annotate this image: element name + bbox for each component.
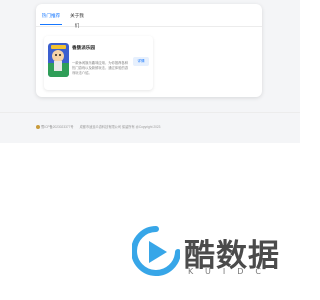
beian-link[interactable]: 蜀ICP备2023023377号 [41,125,74,129]
game-description: 一款休闲娱乐趣味应用，为你推荐各种热门游戏以及新鲜玩法，通过体验的游戏玩法介绍。 [72,61,129,75]
game-cover-image [48,43,69,77]
watermark-play-logo [132,226,180,276]
game-title: 香肠派乐园 [72,45,95,50]
copyright-text: @Copyright 2023 [135,125,161,129]
tab-bar: 热门推荐 关于我们 [36,4,262,28]
police-badge-icon [36,125,40,130]
company-name: 成都市逍遥众游科技有限公司 保留所有 [79,125,135,129]
tab-hot-recommend[interactable]: 热门推荐 [40,11,62,25]
detail-button[interactable]: 详情 [133,57,149,66]
watermark-subtext: KUIDC [188,267,273,276]
content-card: 热门推荐 关于我们 香肠派乐园 一款休闲娱乐趣味应用，为你推荐各种热门游戏以及新… [36,4,262,97]
tab-about-us[interactable]: 关于我们 [68,11,86,28]
watermark: 酷数据 KUIDC [132,224,282,286]
footer: 蜀ICP备2023023377号 成都市逍遥众游科技有限公司 保留所有 @Copy… [36,124,161,130]
game-card[interactable]: 香肠派乐园 一款休闲娱乐趣味应用，为你推荐各种热门游戏以及新鲜玩法，通过体验的游… [44,36,153,90]
